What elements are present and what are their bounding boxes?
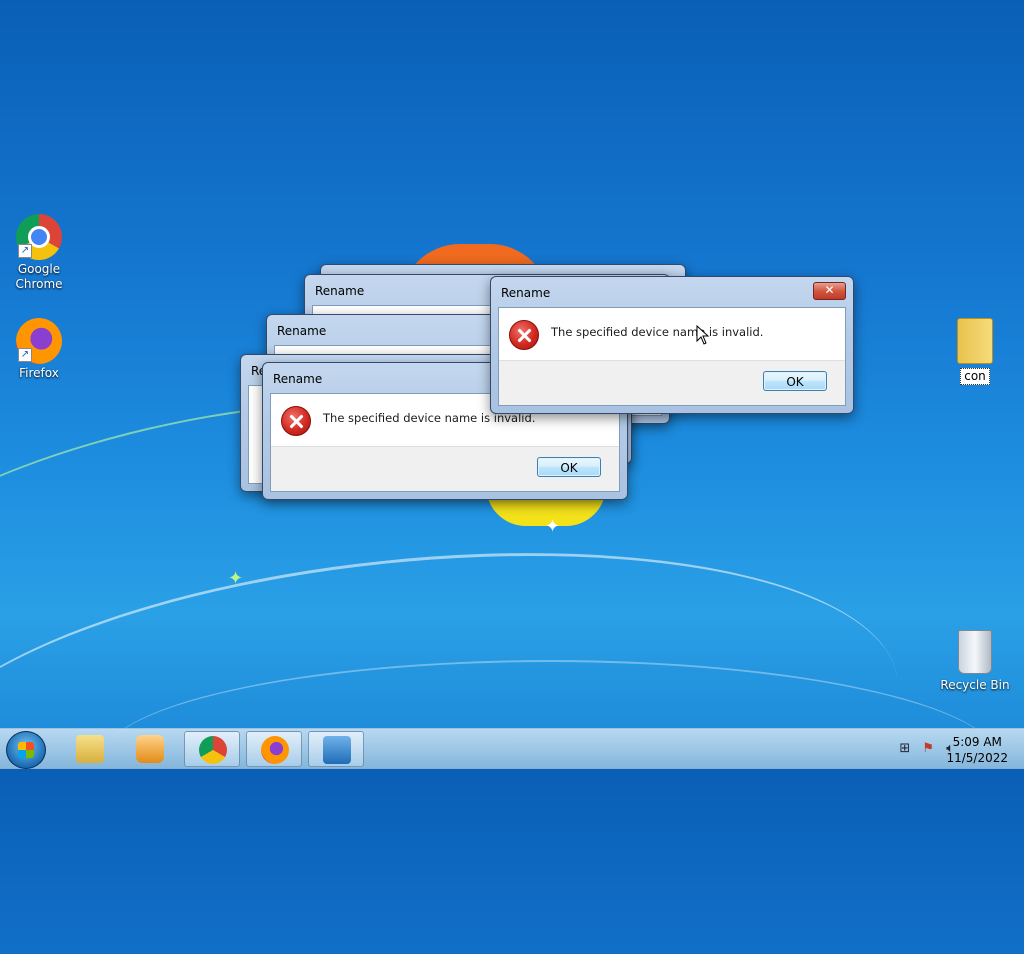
action-center-icon[interactable]: ⚑ bbox=[922, 741, 934, 756]
taskbar-media-player[interactable] bbox=[122, 731, 178, 767]
dialog-title: Rename bbox=[277, 324, 327, 338]
folder-icon bbox=[957, 318, 993, 364]
dialog-message-area: The specified device name is invalid. bbox=[499, 308, 845, 366]
desktop-icon-firefox[interactable]: ↗ Firefox bbox=[4, 318, 74, 381]
close-button[interactable]: ✕ bbox=[813, 282, 846, 300]
shortcut-arrow-icon: ↗ bbox=[18, 244, 32, 258]
error-icon bbox=[509, 320, 539, 350]
desktop-icon-label: Chrome bbox=[15, 277, 63, 291]
clock-time: 5:09 AM bbox=[952, 735, 1002, 749]
taskbar-chrome[interactable] bbox=[184, 731, 240, 767]
taskbar-firefox[interactable] bbox=[246, 731, 302, 767]
dialog-title: Rename bbox=[501, 286, 551, 300]
desktop-icon-google-chrome[interactable]: ↗ Google Chrome bbox=[4, 214, 74, 292]
clock[interactable]: 5:09 AM 11/5/2022 bbox=[946, 734, 1008, 766]
dialog-footer: OK bbox=[499, 360, 845, 405]
desktop-icon-label: Google bbox=[17, 262, 61, 276]
taskbar: ⊞ ⚑ 🔈︎ 5:09 AM 11/5/2022 bbox=[0, 728, 1024, 769]
desktop-icon-recycle-bin[interactable]: Recycle Bin bbox=[940, 630, 1010, 693]
recycle-bin-icon bbox=[958, 630, 992, 674]
remote-desktop-icon bbox=[323, 736, 351, 764]
shortcut-arrow-icon: ↗ bbox=[18, 348, 32, 362]
explorer-icon bbox=[76, 735, 104, 763]
ok-button[interactable]: OK bbox=[763, 371, 827, 391]
network-icon[interactable]: ⊞ bbox=[899, 741, 910, 756]
dialog-title: Rename bbox=[273, 372, 323, 386]
media-player-icon bbox=[136, 735, 164, 763]
start-orb-icon[interactable] bbox=[6, 731, 46, 769]
desktop-icon-con-folder[interactable]: con bbox=[940, 318, 1010, 385]
chrome-icon bbox=[199, 736, 227, 764]
mouse-cursor-icon bbox=[696, 325, 710, 345]
ok-button[interactable]: OK bbox=[537, 457, 601, 477]
desktop-icon-label: Firefox bbox=[19, 366, 59, 380]
desktop-icon-label: Recycle Bin bbox=[940, 678, 1010, 692]
taskbar-explorer[interactable] bbox=[62, 731, 118, 767]
clock-date: 11/5/2022 bbox=[946, 751, 1008, 765]
dialog-footer: OK bbox=[271, 446, 619, 491]
firefox-icon bbox=[261, 736, 289, 764]
dialog-message: The specified device name is invalid. bbox=[551, 325, 764, 339]
error-icon bbox=[281, 406, 311, 436]
desktop-icon-label: con bbox=[960, 368, 990, 385]
wallpaper-sparkle: ✦ bbox=[228, 568, 244, 589]
system-tray: ⊞ ⚑ 🔈︎ bbox=[891, 741, 954, 756]
taskbar-remote-desktop[interactable] bbox=[308, 731, 364, 767]
dialog-body: The specified device name is invalid. OK bbox=[498, 307, 846, 406]
dialog-title: Rename bbox=[315, 284, 365, 298]
rename-error-dialog-active[interactable]: Rename ✕ The specified device name is in… bbox=[490, 276, 854, 414]
wallpaper-sparkle: ✦ bbox=[545, 516, 561, 537]
